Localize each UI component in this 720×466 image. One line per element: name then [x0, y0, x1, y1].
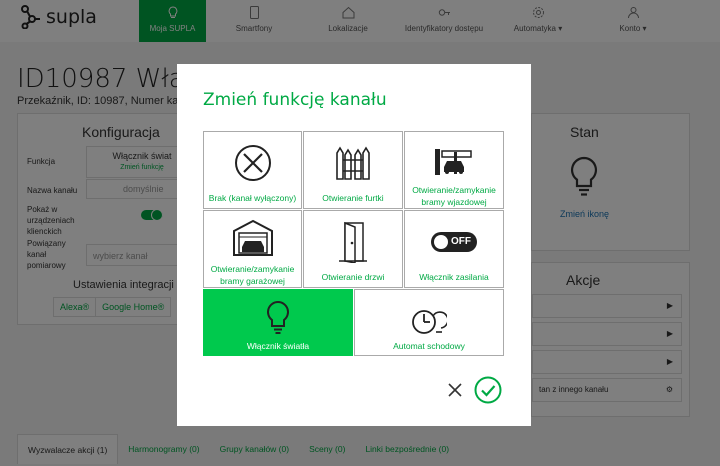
function-option-label: Automat schodowy: [393, 341, 465, 351]
disabled-icon: [234, 145, 271, 181]
function-option-door[interactable]: Otwieranie drzwi: [303, 210, 403, 288]
function-option-gate[interactable]: Otwieranie furtki: [303, 131, 403, 209]
function-option-label: Włącznik światła: [246, 341, 310, 351]
function-option-light-switch[interactable]: Włącznik światła: [203, 289, 353, 356]
function-option-label: Brak (kanał wyłączony): [208, 193, 297, 203]
light-bulb-icon: [267, 300, 289, 334]
staircase-timer-icon: [412, 310, 447, 334]
driveway-gate-icon: [435, 149, 472, 175]
modal-title: Zmień funkcję kanału: [203, 90, 387, 110]
function-option-staircase-timer[interactable]: Automat schodowy: [354, 289, 504, 356]
function-option-driveway-gate[interactable]: Otwieranie/zamykanie bramy wjazdowej: [404, 131, 504, 209]
function-option-label: Włącznik zasilania: [419, 272, 489, 282]
gate-icon: [336, 146, 370, 180]
function-option-label: Otwieranie/zamykanie bramy garażowej: [210, 264, 295, 286]
function-option-label: Otwieranie drzwi: [321, 272, 385, 282]
garage-door-icon: [232, 219, 273, 256]
function-option-garage[interactable]: Otwieranie/zamykanie bramy garażowej: [203, 210, 302, 288]
power-switch-icon: OFF: [431, 232, 477, 252]
close-icon[interactable]: [445, 380, 465, 400]
function-option-none[interactable]: Brak (kanał wyłączony): [203, 131, 302, 209]
door-icon: [339, 221, 367, 263]
change-function-modal: Zmień funkcję kanału Brak (kanał wyłączo…: [177, 64, 531, 426]
function-option-power-switch[interactable]: OFF Włącznik zasilania: [404, 210, 504, 288]
toggle-off-text: OFF: [451, 236, 471, 247]
function-option-label: Otwieranie/zamykanie bramy wjazdowej: [412, 185, 496, 207]
function-option-label: Otwieranie furtki: [322, 193, 384, 203]
confirm-check-icon[interactable]: [474, 376, 502, 404]
